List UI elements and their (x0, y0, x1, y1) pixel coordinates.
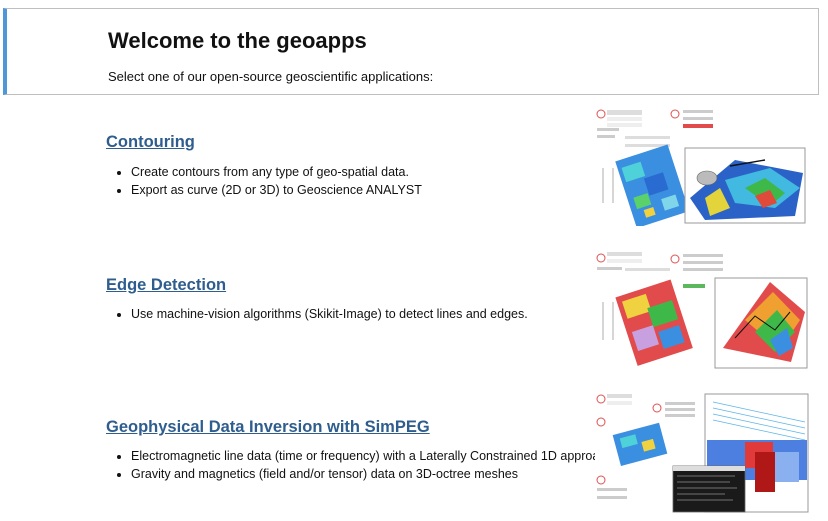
list-item: Create contours from any type of geo-spa… (131, 163, 422, 181)
contouring-thumbnail[interactable] (595, 108, 810, 226)
list-item: Export as curve (2D or 3D) to Geoscience… (131, 181, 422, 199)
list-item: Use machine-vision algorithms (Skikit-Im… (131, 305, 528, 323)
contouring-link[interactable]: Contouring (106, 133, 195, 152)
inversion-thumbnail[interactable] (595, 392, 810, 514)
page-subtitle: Select one of our open-source geoscienti… (108, 69, 434, 84)
edge-detection-feature-list: Use machine-vision algorithms (Skikit-Im… (106, 305, 528, 323)
list-item: Electromagnetic line data (time or frequ… (131, 447, 616, 465)
edge-detection-thumbnail[interactable] (595, 250, 810, 370)
edge-detection-link[interactable]: Edge Detection (106, 276, 226, 295)
welcome-banner: Welcome to the geoapps Select one of our… (3, 8, 819, 95)
inversion-link[interactable]: Geophysical Data Inversion with SimPEG (106, 418, 430, 437)
contouring-feature-list: Create contours from any type of geo-spa… (106, 163, 422, 199)
list-item: Gravity and magnetics (field and/or tens… (131, 465, 616, 483)
inversion-feature-list: Electromagnetic line data (time or frequ… (106, 447, 616, 483)
page-title: Welcome to the geoapps (108, 28, 367, 53)
